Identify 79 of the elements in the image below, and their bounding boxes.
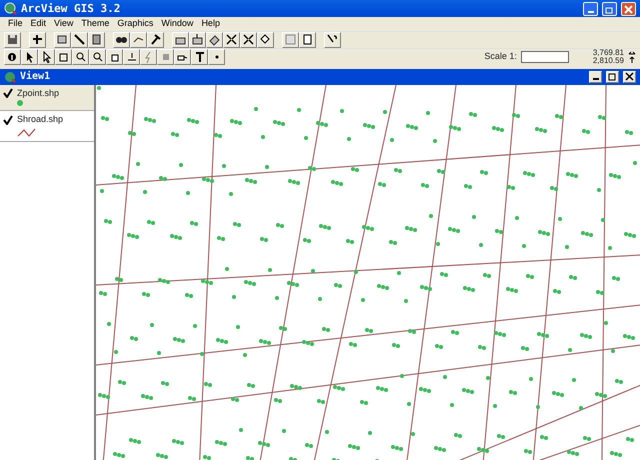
menu-item[interactable]: File [4, 17, 27, 31]
legend-item[interactable]: Shroad.shp [0, 111, 94, 142]
legend-item[interactable]: Zpoint.shp [0, 84, 94, 112]
scale-field[interactable] [520, 51, 569, 63]
toolbar-button[interactable] [240, 32, 257, 48]
tool-button[interactable] [208, 49, 225, 65]
toolbar-button[interactable] [324, 32, 341, 48]
tool-icon [6, 33, 19, 46]
tool-icon [6, 51, 18, 63]
toolbar-button[interactable] [172, 32, 189, 48]
minimize-icon [588, 10, 594, 13]
tool-icon [31, 33, 44, 46]
globe-icon [4, 2, 17, 16]
tool-icon [284, 33, 297, 46]
tool-button[interactable] [55, 49, 72, 65]
tool-icon [208, 33, 221, 46]
tool-button[interactable] [4, 49, 21, 65]
menu-item[interactable]: Help [197, 17, 224, 31]
toolbar-button[interactable] [299, 32, 316, 48]
tool-icon [301, 33, 314, 46]
tool-button[interactable] [123, 49, 140, 65]
tool-icon [242, 33, 255, 46]
arrows-icon [628, 51, 636, 63]
window-title: ArcView GIS 3.2 [21, 2, 122, 16]
toolbar-button[interactable] [223, 32, 240, 48]
close-button[interactable] [623, 70, 636, 83]
tool-icon [225, 33, 238, 46]
tool-button[interactable] [191, 49, 208, 65]
toolbar-button[interactable] [206, 32, 223, 48]
x-coordinate: 3,769.81 [592, 49, 624, 57]
tool-icon [58, 51, 70, 63]
menu-item[interactable]: Graphics [113, 17, 158, 31]
menu-item[interactable]: Edit [26, 17, 50, 31]
tool-icon [259, 33, 272, 46]
tool-icon [194, 51, 206, 63]
tool-button[interactable] [21, 49, 38, 65]
close-icon [622, 4, 635, 16]
tool-button[interactable] [38, 49, 55, 65]
layer-name: Zpoint.shp [17, 86, 60, 100]
tool-icon [90, 33, 103, 46]
tool-icon [149, 33, 162, 46]
tool-icon [56, 33, 69, 46]
tool-button[interactable] [174, 49, 191, 65]
menu-item[interactable]: Theme [77, 17, 114, 31]
menu-item[interactable]: Window [157, 17, 198, 31]
tool-icon [126, 51, 138, 63]
toolbar-button[interactable] [147, 32, 164, 48]
checkbox[interactable] [3, 114, 13, 125]
restore-icon [607, 72, 618, 82]
tool-button[interactable] [89, 49, 106, 65]
toolbar-button[interactable] [29, 32, 46, 48]
toolbar-button[interactable] [257, 32, 274, 48]
minimize-icon [592, 78, 598, 80]
line-symbol-icon [17, 126, 37, 137]
toolbar-button[interactable] [88, 32, 105, 48]
point-symbol-icon [17, 100, 23, 106]
close-icon [624, 72, 635, 82]
checkbox[interactable] [3, 88, 13, 98]
scale-label: Scale 1: [484, 50, 517, 64]
toolbar-button[interactable] [130, 32, 147, 48]
tool-button[interactable] [106, 49, 123, 65]
tool-button[interactable] [72, 49, 89, 65]
toolbar-button[interactable] [54, 32, 71, 48]
toolbar-button[interactable] [71, 32, 88, 48]
toolbar-button[interactable] [189, 32, 206, 48]
tool-icon [74, 51, 86, 63]
view-title: View1 [20, 71, 52, 82]
minimize-button[interactable] [589, 70, 602, 83]
tool-icon [92, 51, 104, 63]
globe-icon [4, 70, 16, 83]
toolbar-button[interactable] [4, 32, 21, 48]
tool-icon [191, 33, 204, 46]
tool-icon [73, 33, 86, 46]
layer-name: Shroad.shp [17, 113, 64, 126]
toolbar-button[interactable] [113, 32, 130, 48]
restore-button[interactable] [606, 70, 619, 83]
tool-icon [40, 51, 52, 63]
y-coordinate: 2,810.59 [592, 57, 624, 65]
menu-item[interactable]: View [50, 17, 78, 31]
